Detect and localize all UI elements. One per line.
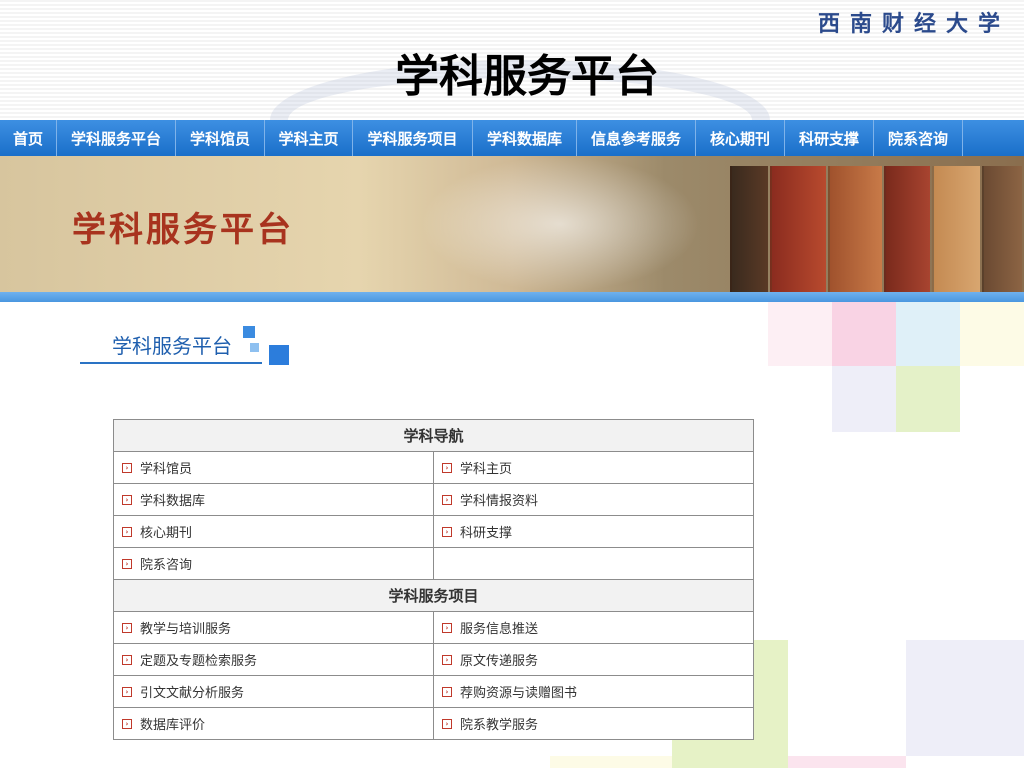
- top-header: 西南财经大学 学科服务平台: [0, 0, 1024, 180]
- table-row: › 引文文献分析服务 › 荐购资源与读赠图书: [113, 675, 754, 708]
- nav-item-subject-homepage[interactable]: 学科主页: [265, 120, 353, 156]
- nav-item-subject-librarian[interactable]: 学科馆员: [176, 120, 265, 156]
- empty-cell: [433, 547, 754, 580]
- arrow-box-icon: ›: [442, 718, 452, 729]
- section-heading: 学科服务平台: [112, 334, 232, 358]
- link-citation-analysis[interactable]: › 引文文献分析服务: [113, 675, 434, 708]
- arrow-box-icon: ›: [442, 686, 452, 697]
- arrow-box-icon: ›: [122, 494, 132, 505]
- link-purchase-recommend[interactable]: › 荐购资源与读赠图书: [433, 675, 754, 708]
- nav-bar: 首页 学科服务平台 学科馆员 学科主页 学科服务项目 学科数据库 信息参考服务 …: [0, 120, 1024, 156]
- nav-item-reference-service[interactable]: 信息参考服务: [577, 120, 696, 156]
- link-subject-homepage[interactable]: › 学科主页: [433, 451, 754, 484]
- banner-bottom-strip: [0, 292, 1024, 302]
- heading-square-decor: [243, 326, 255, 338]
- link-department-teaching[interactable]: › 院系教学服务: [433, 707, 754, 740]
- link-subject-librarian[interactable]: › 学科馆员: [113, 451, 434, 484]
- arrow-box-icon: ›: [122, 686, 132, 697]
- heading-square-decor: [250, 343, 259, 352]
- nav-item-home[interactable]: 首页: [0, 120, 57, 156]
- arrow-box-icon: ›: [122, 462, 132, 473]
- table-row: › 教学与培训服务 › 服务信息推送: [113, 611, 754, 644]
- arrow-box-icon: ›: [442, 654, 452, 665]
- banner: 学科服务平台: [0, 156, 1024, 292]
- arrow-box-icon: ›: [122, 654, 132, 665]
- nav-item-subject-platform[interactable]: 学科服务平台: [57, 120, 176, 156]
- link-research-support[interactable]: › 科研支撑: [433, 515, 754, 548]
- arrow-box-icon: ›: [442, 494, 452, 505]
- link-core-journals[interactable]: › 核心期刊: [113, 515, 434, 548]
- link-department-consult[interactable]: › 院系咨询: [113, 547, 434, 580]
- link-info-push[interactable]: › 服务信息推送: [433, 611, 754, 644]
- nav-item-core-journals[interactable]: 核心期刊: [696, 120, 785, 156]
- link-database-evaluation[interactable]: › 数据库评价: [113, 707, 434, 740]
- arrow-box-icon: ›: [122, 718, 132, 729]
- link-document-delivery[interactable]: › 原文传递服务: [433, 643, 754, 676]
- table-row: › 院系咨询: [113, 547, 754, 580]
- arrow-box-icon: ›: [122, 622, 132, 633]
- link-subject-database[interactable]: › 学科数据库: [113, 483, 434, 516]
- table-row: › 学科馆员 › 学科主页: [113, 451, 754, 484]
- section-underline: [80, 362, 262, 364]
- link-teaching-training[interactable]: › 教学与培训服务: [113, 611, 434, 644]
- nav-item-research-support[interactable]: 科研支撑: [785, 120, 874, 156]
- banner-title: 学科服务平台: [72, 210, 294, 250]
- table-row: › 学科数据库 › 学科情报资料: [113, 483, 754, 516]
- nav-item-service-projects[interactable]: 学科服务项目: [353, 120, 473, 156]
- service-projects-header: 学科服务项目: [113, 579, 754, 612]
- link-topic-search[interactable]: › 定题及专题检索服务: [113, 643, 434, 676]
- arrow-box-icon: ›: [442, 526, 452, 537]
- university-name: 西南财经大学: [817, 11, 1010, 37]
- heading-square-decor: [269, 345, 289, 365]
- nav-item-database[interactable]: 学科数据库: [473, 120, 577, 156]
- link-subject-intelligence[interactable]: › 学科情报资料: [433, 483, 754, 516]
- table-row: › 定题及专题检索服务 › 原文传递服务: [113, 643, 754, 676]
- arrow-box-icon: ›: [122, 526, 132, 537]
- arrow-box-icon: ›: [442, 462, 452, 473]
- arrow-box-icon: ›: [122, 558, 132, 569]
- arrow-box-icon: ›: [442, 622, 452, 633]
- navigation-table: 学科导航 › 学科馆员 › 学科主页 › 学科数据库 › 学科情报资料 › 核心期刊 › 科…: [113, 419, 754, 740]
- table-row: › 数据库评价 › 院系教学服务: [113, 707, 754, 740]
- books-image: [730, 166, 1024, 292]
- table-row: › 核心期刊 › 科研支撑: [113, 515, 754, 548]
- slide-title: 学科服务平台: [395, 51, 659, 102]
- nav-item-department-consult[interactable]: 院系咨询: [874, 120, 963, 156]
- subject-nav-header: 学科导航: [113, 419, 754, 452]
